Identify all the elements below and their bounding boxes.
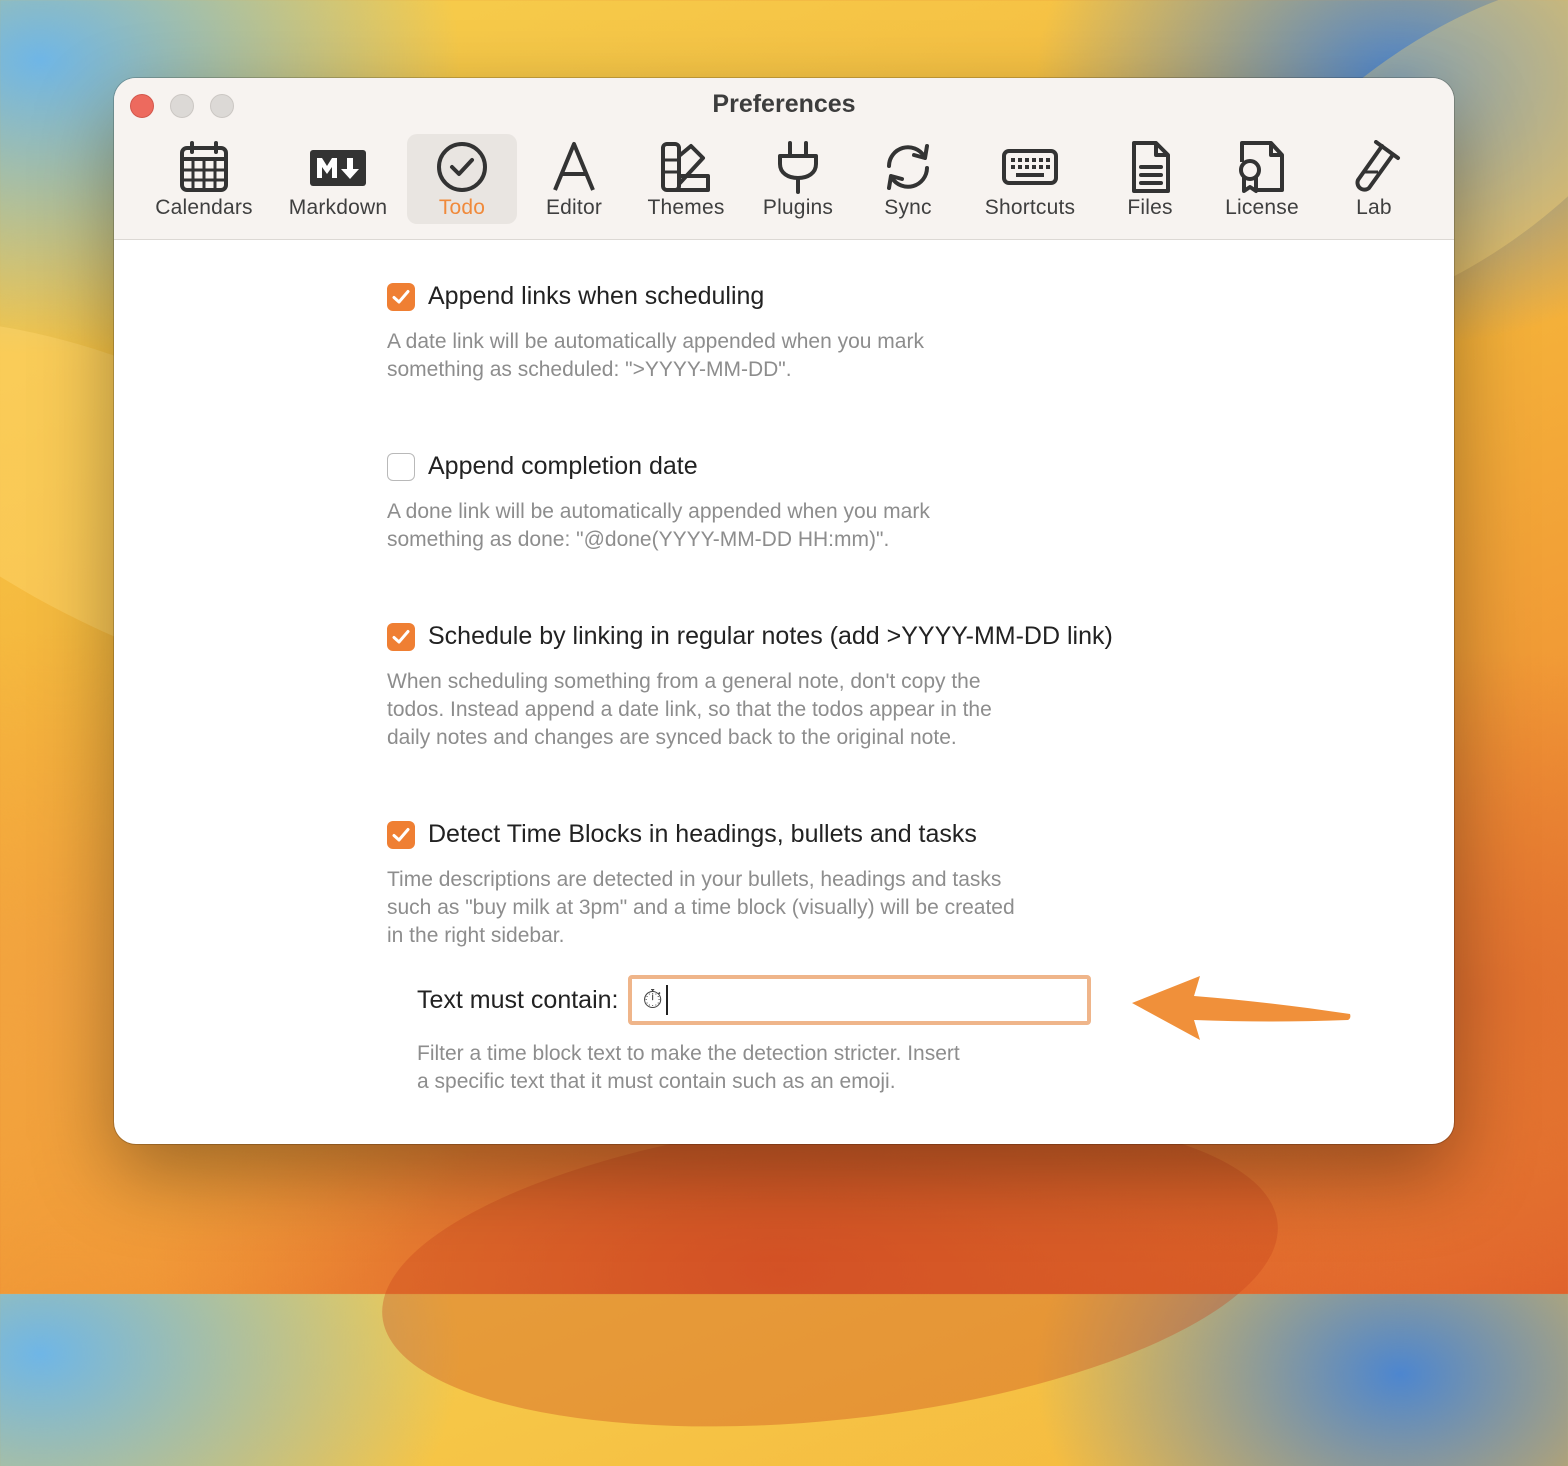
- tab-label: Lab: [1356, 196, 1392, 219]
- check-circle-icon: [437, 142, 487, 192]
- tab-markdown[interactable]: Markdown: [278, 134, 398, 224]
- tab-label: Files: [1127, 196, 1173, 219]
- description-text: When scheduling something from a general…: [387, 670, 992, 749]
- tab-files[interactable]: Files: [1100, 134, 1200, 224]
- time-block-filter-input[interactable]: ⏱: [628, 975, 1092, 1025]
- tab-label: Calendars: [155, 196, 253, 219]
- time-block-filter-description: Filter a time block text to make the det…: [417, 1040, 1177, 1096]
- calendar-icon: [180, 141, 228, 192]
- window-title: Preferences: [712, 90, 856, 118]
- tab-label: Sync: [884, 196, 932, 219]
- preferences-toolbar: Calendars Markdown Todo Editor Themes Pl…: [114, 134, 1454, 226]
- keyboard-icon: [1002, 149, 1058, 185]
- description-text: Time descriptions are detected in your b…: [387, 868, 1015, 947]
- option-append-links[interactable]: Append links when scheduling: [387, 282, 764, 311]
- tab-lab[interactable]: Lab: [1324, 134, 1424, 224]
- checkmark-icon: [392, 827, 410, 841]
- plug-icon: [778, 141, 818, 194]
- sync-icon: [887, 144, 929, 190]
- tab-label: Plugins: [762, 196, 834, 219]
- letter-a-icon: [553, 142, 595, 191]
- option-label: Append links when scheduling: [428, 282, 765, 310]
- tab-label: Markdown: [288, 196, 388, 219]
- checkmark-icon: [392, 629, 410, 643]
- checkbox-append-links[interactable]: [387, 282, 415, 311]
- tab-label: Editor: [545, 196, 603, 219]
- field-value: ⏱: [642, 985, 663, 1015]
- option-schedule-by-linking[interactable]: Schedule by linking in regular notes (ad…: [387, 622, 1113, 651]
- test-tube-icon: [1355, 140, 1400, 192]
- option-description: When scheduling something from a general…: [387, 668, 1147, 752]
- tab-themes[interactable]: Themes: [634, 134, 738, 224]
- option-label: Append completion date: [428, 452, 698, 480]
- swatches-icon: [661, 142, 710, 192]
- tab-calendars[interactable]: Calendars: [144, 134, 264, 224]
- tab-editor[interactable]: Editor: [524, 134, 624, 224]
- checkbox-schedule-by-linking[interactable]: [387, 622, 415, 651]
- option-detect-time-blocks[interactable]: Detect Time Blocks in headings, bullets …: [387, 820, 977, 849]
- option-description: Time descriptions are detected in your b…: [387, 866, 1147, 950]
- option-label: Schedule by linking in regular notes (ad…: [428, 622, 1113, 650]
- checkbox-detect-time-blocks[interactable]: [387, 820, 415, 849]
- description-text: Filter a time block text to make the det…: [417, 1042, 960, 1093]
- tab-label: Shortcuts: [984, 196, 1076, 219]
- option-description: A date link will be automatically append…: [387, 328, 1147, 384]
- certificate-icon: [1239, 141, 1284, 193]
- file-icon: [1132, 141, 1170, 193]
- tab-label: Todo: [438, 196, 486, 219]
- option-description: A done link will be automatically append…: [387, 498, 1147, 554]
- titlebar: Preferences Calendars Markdown Todo Edit…: [114, 78, 1454, 240]
- text-cursor: [665, 985, 668, 1015]
- tab-todo[interactable]: Todo: [407, 134, 517, 224]
- checkbox-append-completion-date[interactable]: [387, 452, 415, 481]
- description-text: A date link will be automatically append…: [387, 330, 924, 381]
- annotation-arrow-icon: [1132, 976, 1351, 1040]
- markdown-icon: [310, 150, 366, 186]
- time-block-filter-row: Text must contain: ⏱: [417, 975, 1092, 1025]
- tab-sync[interactable]: Sync: [860, 134, 956, 224]
- tab-plugins[interactable]: Plugins: [748, 134, 848, 224]
- tab-label: Themes: [647, 196, 725, 219]
- tab-shortcuts[interactable]: Shortcuts: [970, 134, 1090, 224]
- tab-label: License: [1225, 196, 1299, 219]
- option-append-completion-date[interactable]: Append completion date: [387, 452, 698, 481]
- option-label: Detect Time Blocks in headings, bullets …: [428, 820, 977, 848]
- time-block-filter-label: Text must contain:: [417, 985, 619, 1014]
- description-text: A done link will be automatically append…: [387, 500, 930, 551]
- tab-license[interactable]: License: [1212, 134, 1312, 224]
- checkmark-icon: [392, 289, 410, 303]
